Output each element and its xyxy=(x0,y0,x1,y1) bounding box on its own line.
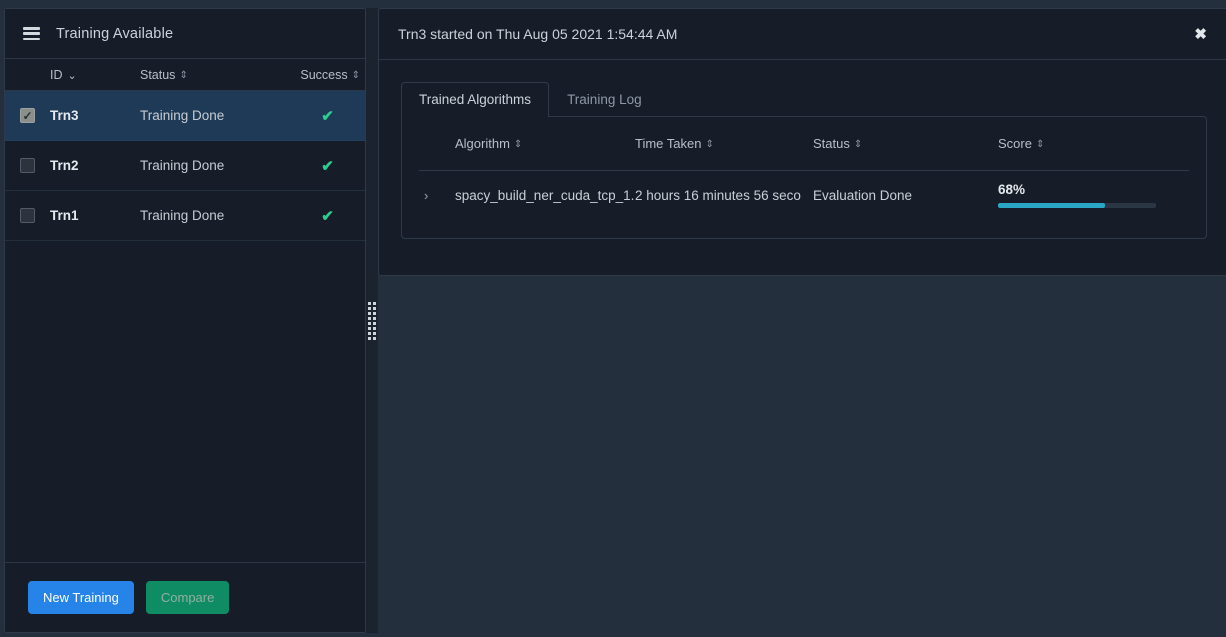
column-header-status-label: Status xyxy=(140,68,175,82)
tabs-area: Trained Algorithms Training Log xyxy=(379,60,1226,116)
hamburger-icon[interactable] xyxy=(23,27,40,40)
cell-score: 68% xyxy=(998,182,1163,208)
column-header-score[interactable]: Score ⇕ xyxy=(998,136,1158,151)
score-value: 68% xyxy=(998,182,1163,197)
column-header-algorithm[interactable]: Algorithm ⇕ xyxy=(455,136,635,151)
tab-list: Trained Algorithms Training Log xyxy=(401,80,1207,116)
column-header-time-taken[interactable]: Time Taken ⇕ xyxy=(635,136,813,151)
cell-id: Trn2 xyxy=(50,158,140,173)
left-panel-footer: New Training Compare xyxy=(5,562,365,632)
table-row[interactable]: › spacy_build_ner_cuda_tcp_1. 2 hours 16… xyxy=(402,171,1206,219)
sort-icon: ⇕ xyxy=(1036,139,1044,150)
row-checkbox-cell[interactable] xyxy=(5,208,50,223)
training-available-panel: Training Available ID⌄ Status⇕ Success⇕ … xyxy=(4,8,366,633)
tab-trained-algorithms[interactable]: Trained Algorithms xyxy=(401,82,549,117)
checkbox-icon[interactable] xyxy=(20,208,35,223)
column-header-id[interactable]: ID ⌄ xyxy=(5,68,140,82)
close-icon[interactable]: ✖ xyxy=(1188,25,1213,44)
sort-icon: ⇕ xyxy=(352,70,360,81)
detail-title: Trn3 started on Thu Aug 05 2021 1:54:44 … xyxy=(398,26,677,42)
check-icon: ✔ xyxy=(290,207,365,225)
table-row[interactable]: Trn1 Training Done ✔ xyxy=(5,191,365,241)
check-icon: ✔ xyxy=(290,157,365,175)
row-checkbox-cell[interactable] xyxy=(5,108,50,123)
column-header-algorithm-label: Algorithm xyxy=(455,136,510,151)
checkbox-icon[interactable] xyxy=(20,158,35,173)
table-row[interactable]: Trn2 Training Done ✔ xyxy=(5,141,365,191)
column-header-score-label: Score xyxy=(998,136,1032,151)
cell-id: Trn3 xyxy=(50,108,140,123)
column-header-status[interactable]: Status ⇕ xyxy=(140,68,290,82)
chevron-right-icon[interactable]: › xyxy=(424,188,455,203)
detail-panel-header: Trn3 started on Thu Aug 05 2021 1:54:44 … xyxy=(379,9,1226,60)
drag-handle-icon[interactable] xyxy=(368,302,376,340)
checkbox-icon[interactable] xyxy=(20,108,35,123)
sort-icon: ⇕ xyxy=(514,139,522,150)
training-detail-panel: Trn3 started on Thu Aug 05 2021 1:54:44 … xyxy=(378,8,1226,276)
column-header-success-label: Success xyxy=(300,68,347,82)
sort-icon: ⇕ xyxy=(705,139,713,150)
app-root: Training Available ID⌄ Status⇕ Success⇕ … xyxy=(0,0,1226,637)
column-header-status-label: Status xyxy=(813,136,850,151)
cell-status: Training Done xyxy=(140,208,290,223)
training-table-header: ID ⌄ Status ⇕ Success ⇕ xyxy=(5,59,365,91)
sort-icon: ⇕ xyxy=(854,139,862,150)
cell-algorithm: spacy_build_ner_cuda_tcp_1. xyxy=(455,188,635,203)
trained-algorithms-panel: Algorithm ⇕ Time Taken ⇕ Status ⇕ Score ⇕ › … xyxy=(401,116,1207,239)
table-row[interactable]: Trn3 Training Done ✔ xyxy=(5,91,365,141)
left-panel-header: Training Available xyxy=(5,9,365,59)
compare-button[interactable]: Compare xyxy=(146,581,229,614)
sort-icon: ⇕ xyxy=(179,70,187,81)
column-header-success[interactable]: Success ⇕ xyxy=(290,68,365,82)
tab-training-log[interactable]: Training Log xyxy=(549,82,660,116)
score-progress-fill xyxy=(998,203,1105,208)
check-icon: ✔ xyxy=(290,107,365,125)
page-title: Training Available xyxy=(56,26,173,42)
cell-id: Trn1 xyxy=(50,208,140,223)
new-training-button[interactable]: New Training xyxy=(28,581,134,614)
column-header-id-label: ID xyxy=(50,68,63,82)
chevron-down-icon: ⌄ xyxy=(68,69,77,82)
panel-splitter[interactable] xyxy=(366,8,378,633)
column-header-time-taken-label: Time Taken xyxy=(635,136,701,151)
column-header-status[interactable]: Status ⇕ xyxy=(813,136,998,151)
training-rows: Trn3 Training Done ✔ Trn2 Training Done … xyxy=(5,91,365,562)
algorithms-table-header: Algorithm ⇕ Time Taken ⇕ Status ⇕ Score ⇕ xyxy=(402,117,1206,170)
score-progress-track xyxy=(998,203,1156,208)
cell-status: Training Done xyxy=(140,108,290,123)
cell-status: Training Done xyxy=(140,158,290,173)
row-checkbox-cell[interactable] xyxy=(5,158,50,173)
cell-status: Evaluation Done xyxy=(813,188,998,203)
cell-time-taken: 2 hours 16 minutes 56 seco xyxy=(635,188,813,203)
